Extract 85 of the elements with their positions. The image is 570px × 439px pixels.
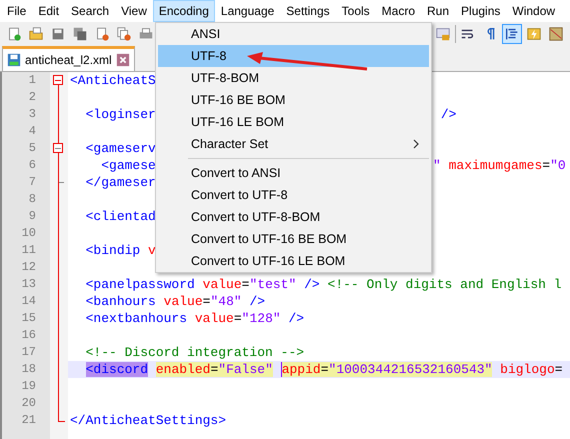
line-number: 3: [28, 106, 37, 123]
menu-item[interactable]: UTF-8-BOM: [158, 67, 429, 89]
line-number: 15: [20, 310, 37, 327]
menu-bar-item[interactable]: File: [1, 0, 32, 22]
code-token: appid: [282, 362, 321, 377]
menu-bar-item[interactable]: Search: [65, 0, 116, 22]
code-token: =: [554, 362, 563, 377]
menu-bar-item[interactable]: Plugins: [455, 0, 506, 22]
line-number: 20: [20, 395, 37, 412]
code-token: =: [202, 294, 210, 309]
code-token: <clientad: [86, 209, 156, 224]
line-number: 9: [28, 208, 37, 225]
menu-bar-item[interactable]: View: [115, 0, 153, 22]
code-token: =: [210, 362, 218, 377]
code-token: =: [542, 158, 550, 173]
code-token: <gamese: [101, 158, 156, 173]
code-token: <gameserv: [86, 141, 156, 156]
code-token: <loginser: [86, 107, 156, 122]
code-token: maximumgames: [448, 158, 542, 173]
menu-item[interactable]: UTF-8: [158, 45, 429, 67]
menu-item[interactable]: Convert to UTF-8-BOM: [158, 206, 429, 228]
code-token: <nextbanhours: [86, 311, 188, 326]
code-token: <!-- Only digits and English l: [328, 277, 562, 292]
code-token: <banhours: [86, 294, 156, 309]
menu-bar-item[interactable]: Macro: [376, 0, 422, 22]
line-number: 8: [28, 191, 37, 208]
menu-item[interactable]: UTF-16 LE BOM: [158, 111, 429, 133]
line-number: 6: [28, 157, 37, 174]
code-token: =: [234, 311, 242, 326]
line-number: 12: [20, 259, 37, 276]
menu-item[interactable]: Convert to ANSI: [158, 162, 429, 184]
code-token: "1000344216532160543": [328, 362, 492, 377]
file-tab[interactable]: anticheat_l2.xml: [2, 46, 135, 71]
code-token: value: [202, 277, 242, 292]
code-token: "0: [550, 158, 566, 173]
line-number: 7: [28, 174, 37, 191]
line-number: 1: [28, 72, 37, 89]
line-number: 13: [20, 276, 37, 293]
line-number: 18: [20, 361, 37, 378]
code-token: ": [433, 158, 441, 173]
line-number: 17: [20, 344, 37, 361]
line-number: 11: [20, 242, 37, 259]
menu-bar-item[interactable]: Encoding: [152, 0, 215, 22]
tab-label: anticheat_l2.xml: [25, 53, 112, 67]
menu-item[interactable]: Character Set: [158, 133, 429, 155]
line-number: 4: [28, 123, 37, 140]
menu-item[interactable]: UTF-16 BE BOM: [158, 89, 429, 111]
menu-bar-item[interactable]: Edit: [32, 0, 66, 22]
code-token: "48": [210, 294, 242, 309]
code-token: enabled: [156, 362, 210, 377]
menu-bar-item[interactable]: Settings: [280, 0, 336, 22]
code-token: <!-- Discord integration -->: [86, 345, 304, 360]
menu-bar-item[interactable]: Language: [214, 0, 280, 22]
menu-bar-item[interactable]: Window: [506, 0, 562, 22]
code-token: "test": [249, 277, 296, 292]
code-token: value: [164, 294, 203, 309]
code-token: />: [304, 277, 320, 292]
menu-item[interactable]: Convert to UTF-8: [158, 184, 429, 206]
menu-item[interactable]: Convert to UTF-16 LE BOM: [158, 250, 429, 272]
code-token: <bindip: [86, 243, 140, 258]
line-number: 14: [20, 293, 37, 310]
code-token: </gameser: [86, 175, 156, 190]
code-token: <AnticheatS: [70, 73, 156, 88]
code-token: </AnticheatSettings>: [70, 413, 226, 428]
code-token: <panelpassword: [86, 277, 195, 292]
line-number: 19: [20, 378, 37, 395]
menu-bar-item[interactable]: Tools: [336, 0, 376, 22]
line-number: 16: [20, 327, 37, 344]
code-token: =: [242, 277, 250, 292]
line-number: 5: [28, 140, 37, 157]
menu-item[interactable]: Convert to UTF-16 BE BOM: [158, 228, 429, 250]
code-token: v: [148, 243, 156, 258]
code-token: />: [250, 294, 266, 309]
code-token: <discord: [86, 362, 148, 377]
code-token: biglogo: [500, 362, 555, 377]
code-token: />: [440, 107, 456, 122]
code-token: value: [194, 311, 234, 326]
line-number: 21: [20, 412, 37, 429]
code-token: "128": [242, 311, 281, 326]
line-number: 10: [20, 225, 37, 242]
code-token: "False": [218, 362, 273, 377]
code-token: />: [288, 311, 304, 326]
menu-bar-item[interactable]: Run: [421, 0, 456, 22]
line-number: 2: [28, 89, 37, 106]
menu-item[interactable]: ANSI: [158, 23, 429, 45]
